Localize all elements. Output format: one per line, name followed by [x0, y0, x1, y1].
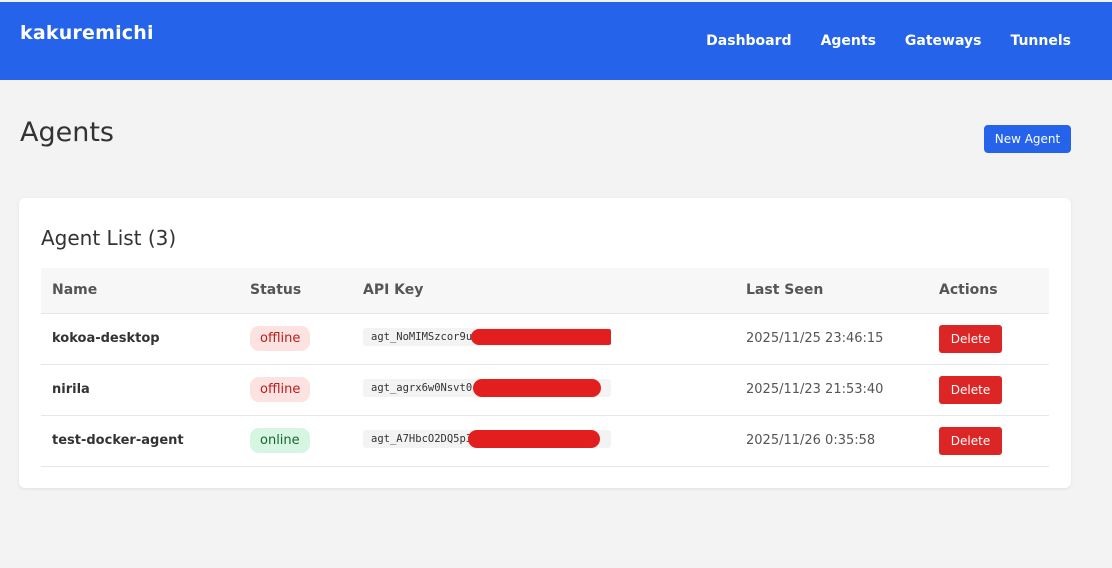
column-header-status: Status [250, 282, 302, 299]
redaction-mark [473, 378, 601, 397]
nav-dashboard[interactable]: Dashboard [706, 33, 791, 49]
last-seen: 2025/11/25 23:46:15 [746, 331, 884, 346]
top-navbar: kakuremichi Dashboard Agents Gateways Tu… [0, 2, 1112, 80]
table-header-row: Name Status API Key Last Seen Actions [41, 268, 1049, 313]
column-header-api-key: API Key [363, 282, 424, 299]
table-row: test-docker-agent online agt_A7HbcO2DQ5p… [41, 415, 1049, 466]
last-seen: 2025/11/23 21:53:40 [746, 382, 884, 397]
agent-name: nirila [52, 382, 90, 397]
agent-list-card: Agent List (3) Name Status API Key Last … [19, 198, 1071, 488]
agent-table: Name Status API Key Last Seen Actions ko… [41, 268, 1049, 467]
status-badge: offline [250, 326, 311, 351]
brand-logo[interactable]: kakuremichi [20, 22, 154, 44]
api-key-code: agt_NoMIMSzcor9u [363, 327, 611, 346]
agent-name: kokoa-desktop [52, 331, 160, 346]
delete-button[interactable]: Delete [939, 324, 1002, 353]
last-seen: 2025/11/26 0:35:58 [746, 433, 876, 448]
table-row: kokoa-desktop offline agt_NoMIMSzcor9u 2… [41, 313, 1049, 364]
api-key-code: agt_A7HbcO2DQ5p3 [363, 429, 611, 448]
status-badge: offline [250, 377, 311, 402]
column-header-name: Name [52, 282, 98, 299]
new-agent-button[interactable]: New Agent [984, 125, 1071, 153]
nav-agents[interactable]: Agents [821, 33, 876, 49]
delete-button[interactable]: Delete [939, 375, 1002, 404]
nav-tunnels[interactable]: Tunnels [1010, 33, 1071, 49]
redaction-mark [471, 328, 611, 345]
nav-gateways[interactable]: Gateways [905, 33, 982, 49]
column-header-last-seen: Last Seen [746, 282, 824, 299]
agent-name: test-docker-agent [52, 433, 184, 448]
redaction-mark [468, 429, 600, 448]
api-key-code: agt_agrx6w0Nsvt0 [363, 378, 611, 397]
delete-button[interactable]: Delete [939, 426, 1002, 455]
main-nav: Dashboard Agents Gateways Tunnels [706, 33, 1071, 49]
status-badge: online [250, 428, 310, 453]
column-header-actions: Actions [939, 282, 998, 299]
table-row: nirila offline agt_agrx6w0Nsvt0 2025/11/… [41, 364, 1049, 415]
page-title: Agents [20, 117, 114, 148]
card-title: Agent List (3) [41, 226, 177, 250]
